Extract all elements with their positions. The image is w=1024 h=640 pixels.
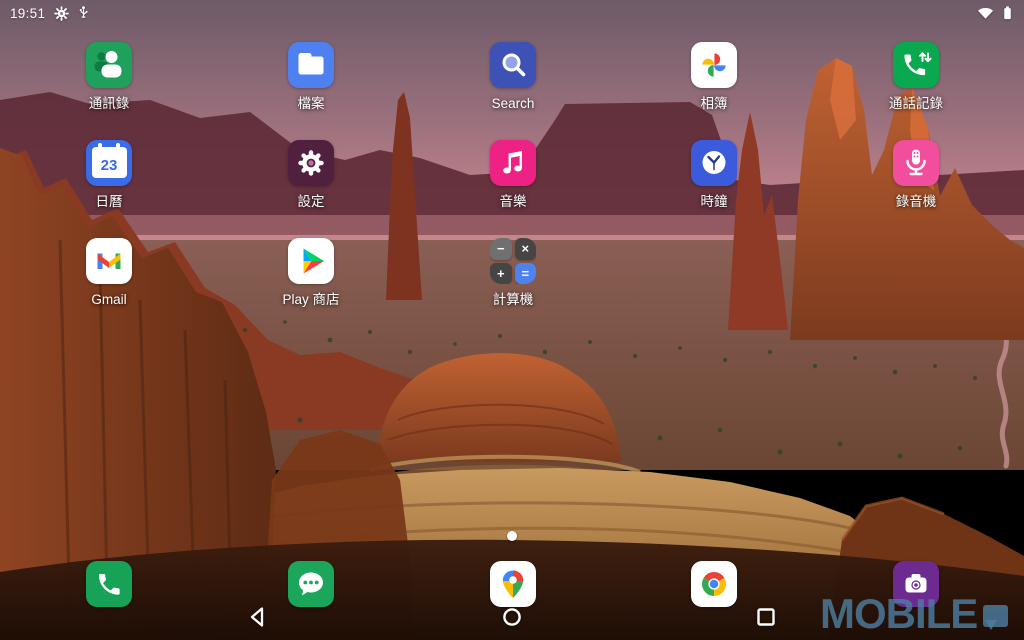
calculator-icon[interactable]: − × + =: [490, 238, 536, 284]
page-indicator-dot: [507, 531, 517, 541]
app-label: 計算機: [493, 293, 534, 307]
calendar-icon[interactable]: 23: [86, 140, 132, 186]
app-label: 設定: [298, 195, 325, 209]
app-contacts[interactable]: 通訊錄: [49, 42, 169, 111]
nav-back-button[interactable]: [244, 603, 272, 631]
app-settings[interactable]: 設定: [251, 140, 371, 209]
camera-icon[interactable]: [893, 561, 939, 607]
nav-home-button[interactable]: [498, 603, 526, 631]
call-log-icon[interactable]: [893, 42, 939, 88]
search-icon[interactable]: [490, 42, 536, 88]
dock-app-maps[interactable]: [453, 561, 573, 607]
app-label: 音樂: [500, 195, 527, 209]
app-label: 錄音機: [896, 195, 937, 209]
calc-multiply-tile: ×: [515, 238, 537, 260]
app-music[interactable]: 音樂: [453, 140, 573, 209]
calc-plus-tile: +: [490, 263, 512, 285]
clock-icon[interactable]: [691, 140, 737, 186]
app-label: 日曆: [96, 195, 123, 209]
app-label: Play 商店: [282, 293, 339, 307]
dock-app-phone[interactable]: [49, 561, 169, 607]
app-label: 檔案: [298, 97, 325, 111]
calc-minus-tile: −: [490, 238, 512, 260]
google-maps-icon[interactable]: [490, 561, 536, 607]
messages-icon[interactable]: [288, 561, 334, 607]
home-icon: [499, 604, 525, 630]
files-icon[interactable]: [288, 42, 334, 88]
battery-icon: [1001, 5, 1014, 21]
app-label: 時鐘: [701, 195, 728, 209]
app-calendar[interactable]: 23 日曆: [49, 140, 169, 209]
app-label: 通訊錄: [89, 97, 130, 111]
app-label: Gmail: [91, 293, 126, 307]
app-gmail[interactable]: Gmail: [49, 238, 169, 307]
app-search[interactable]: Search: [453, 42, 573, 111]
contacts-icon[interactable]: [86, 42, 132, 88]
wifi-icon: [977, 6, 994, 20]
back-icon: [245, 604, 271, 630]
play-store-icon[interactable]: [288, 238, 334, 284]
app-calculator[interactable]: − × + = 計算機: [453, 238, 573, 307]
gmail-icon[interactable]: [86, 238, 132, 284]
settings-gear-app-icon[interactable]: [288, 140, 334, 186]
phone-icon[interactable]: [86, 561, 132, 607]
usb-connected-icon: [78, 5, 89, 21]
status-bar: 19:51: [0, 0, 1024, 26]
settings-gear-icon: [54, 6, 69, 21]
android-home-screen: 19:51: [0, 0, 1024, 640]
chrome-icon[interactable]: [691, 561, 737, 607]
recents-icon: [753, 604, 779, 630]
google-photos-icon[interactable]: [691, 42, 737, 88]
app-label: Search: [492, 97, 535, 111]
recorder-mic-icon[interactable]: [893, 140, 939, 186]
app-label: 相簿: [701, 97, 728, 111]
app-files[interactable]: 檔案: [251, 42, 371, 111]
app-label: 通話記錄: [889, 97, 943, 111]
dock-app-messages[interactable]: [251, 561, 371, 607]
app-play-store[interactable]: Play 商店: [251, 238, 371, 307]
calendar-date: 23: [101, 157, 118, 174]
dock-app-chrome[interactable]: [654, 561, 774, 607]
app-call-log[interactable]: 通話記錄: [856, 42, 976, 111]
nav-recents-button[interactable]: [752, 603, 780, 631]
app-clock[interactable]: 時鐘: [654, 140, 774, 209]
music-icon[interactable]: [490, 140, 536, 186]
dock-app-camera[interactable]: [856, 561, 976, 607]
calc-equals-tile: =: [515, 263, 537, 285]
app-photos[interactable]: 相簿: [654, 42, 774, 111]
status-clock: 19:51: [10, 6, 45, 21]
app-recorder[interactable]: 錄音機: [856, 140, 976, 209]
